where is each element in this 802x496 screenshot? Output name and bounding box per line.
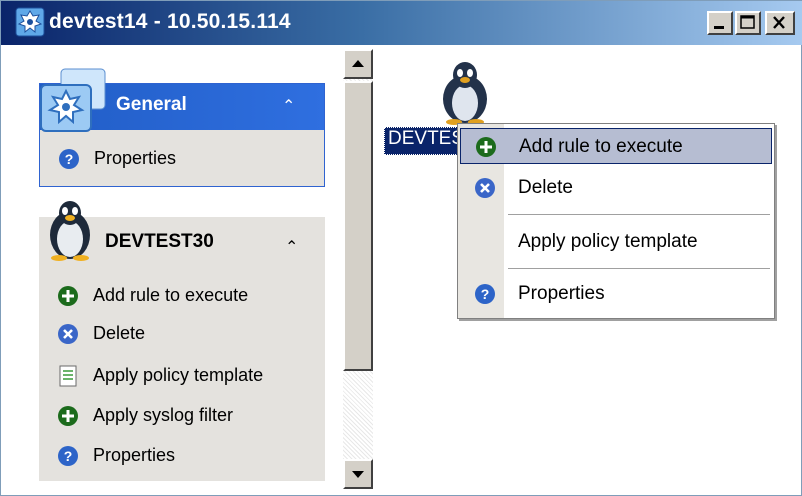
node-label[interactable]: DEVTEST30 [384,127,462,155]
network-gear-icon [15,7,45,37]
delete-icon [58,324,78,344]
general-panel-title: General [116,94,187,115]
menu-separator [508,214,770,215]
scroll-down-button[interactable] [343,459,373,489]
delete-icon [475,178,495,198]
arrow-up-icon [352,60,364,67]
minimize-button[interactable] [707,11,733,35]
menu-item-label: Add rule to execute [519,136,683,157]
linux-penguin-icon [50,201,90,261]
title-bar[interactable]: devtest14 - 10.50.15.114 [1,1,802,45]
menu-item-label: Apply policy template [518,231,698,252]
task-label: Apply policy template [93,365,264,385]
scroll-up-button[interactable] [343,49,373,79]
menu-item-delete[interactable]: Delete [460,170,772,206]
add-icon [58,406,78,426]
vertical-scrollbar[interactable] [343,49,373,489]
document-icon [59,365,77,387]
menu-item-properties[interactable]: ? Properties [460,276,772,312]
add-icon [476,137,496,157]
context-menu: Add rule to execute Delete Apply policy … [457,123,775,319]
arrow-down-icon [352,471,364,478]
menu-item-add-rule[interactable]: Add rule to execute [460,128,772,164]
menu-separator [508,268,770,269]
task-label: Apply syslog filter [93,405,234,425]
maximize-button[interactable] [735,11,761,35]
help-icon: ? [475,284,495,304]
minimize-icon [714,26,724,29]
linux-penguin-icon[interactable] [439,59,491,125]
task-label: Properties [94,148,177,168]
scrollbar-thumb[interactable] [343,81,373,371]
help-icon: ? [58,446,78,466]
task-label: Delete [93,323,146,343]
devtest-panel-title: DEVTEST30 [105,231,214,252]
svg-text:?: ? [65,151,74,167]
menu-item-label: Delete [518,177,573,198]
svg-text:?: ? [64,448,73,464]
network-gear-icon [40,68,106,132]
help-icon: ? [59,149,79,169]
svg-text:?: ? [481,286,490,302]
double-chevron-up-icon[interactable]: ⌃︎ [282,96,295,116]
maximize-icon [740,15,755,29]
task-label: Properties [93,445,176,465]
close-icon [773,16,785,29]
application-window: devtest14 - 10.50.15.114 General ⌃︎ ? Pr… [0,0,802,496]
menu-item-apply-policy-template[interactable]: Apply policy template [460,224,772,260]
close-button[interactable] [765,11,795,35]
menu-item-label: Properties [518,283,605,304]
add-icon [58,286,78,306]
window-title: devtest14 - 10.50.15.114 [49,10,291,33]
task-label: Add rule to execute [93,285,249,305]
double-chevron-up-icon[interactable]: ⌃︎ [285,237,298,257]
